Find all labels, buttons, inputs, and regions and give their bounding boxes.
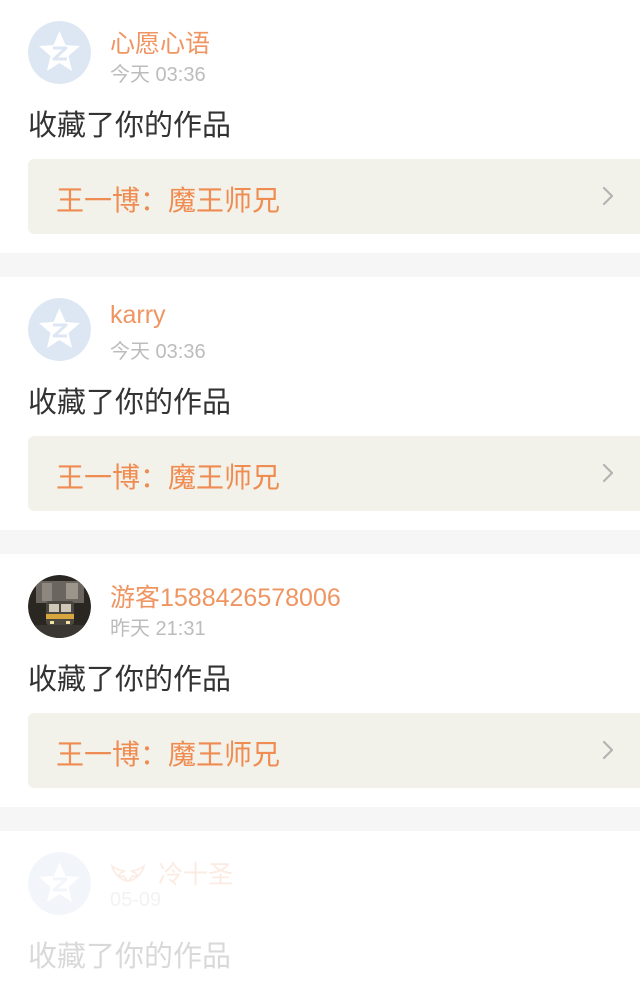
default-q-avatar-icon <box>28 21 91 84</box>
notification-card: 心愿心语 今天 03:36 收藏了你的作品 王一博：魔王师兄 <box>0 0 640 253</box>
action-text: 收藏了你的作品 <box>28 941 232 973</box>
work-link[interactable]: 王一博：魔王师兄 <box>28 713 640 788</box>
timestamp: 昨天 21:31 <box>110 618 206 640</box>
chevron-right-icon <box>602 186 614 206</box>
action-text: 收藏了你的作品 <box>28 387 232 419</box>
avatar[interactable] <box>28 298 91 361</box>
avatar[interactable] <box>28 852 91 915</box>
user-nickname[interactable]: 冷十圣 <box>110 855 233 892</box>
avatar[interactable] <box>28 575 91 638</box>
timestamp: 05-09 <box>110 889 162 911</box>
timestamp: 今天 03:36 <box>110 341 206 363</box>
faded-overlay-content: 冷十圣 05-09 收藏了你的作品 <box>0 831 640 1007</box>
action-text: 收藏了你的作品 <box>28 664 232 696</box>
nickname-text: 冷十圣 <box>158 861 234 889</box>
default-q-avatar-icon <box>28 852 91 915</box>
default-q-avatar-icon <box>28 298 91 361</box>
wings-badge-icon <box>110 861 146 892</box>
work-link[interactable]: 王一博：魔王师兄 <box>28 436 640 511</box>
notification-card: 冷十圣 05-09 收藏了你的作品 <box>0 831 640 1007</box>
train-photo-avatar-icon <box>28 575 91 638</box>
work-link[interactable]: 王一博：魔王师兄 <box>28 159 640 234</box>
notification-card: 游客1588426578006 昨天 21:31 收藏了你的作品 王一博：魔王师… <box>0 554 640 807</box>
work-title: 王一博：魔王师兄 <box>56 462 281 493</box>
chevron-right-icon <box>602 463 614 483</box>
chevron-right-icon <box>602 740 614 760</box>
notification-card: karry 今天 03:36 收藏了你的作品 王一博：魔王师兄 <box>0 277 640 530</box>
work-title: 王一博：魔王师兄 <box>56 739 281 770</box>
user-nickname[interactable]: karry <box>110 301 166 330</box>
action-text: 收藏了你的作品 <box>28 110 232 142</box>
user-nickname[interactable]: 心愿心语 <box>110 24 210 60</box>
work-title: 王一博：魔王师兄 <box>56 185 281 216</box>
avatar[interactable] <box>28 21 91 84</box>
user-nickname[interactable]: 游客1588426578006 <box>110 578 341 614</box>
timestamp: 今天 03:36 <box>110 64 206 86</box>
